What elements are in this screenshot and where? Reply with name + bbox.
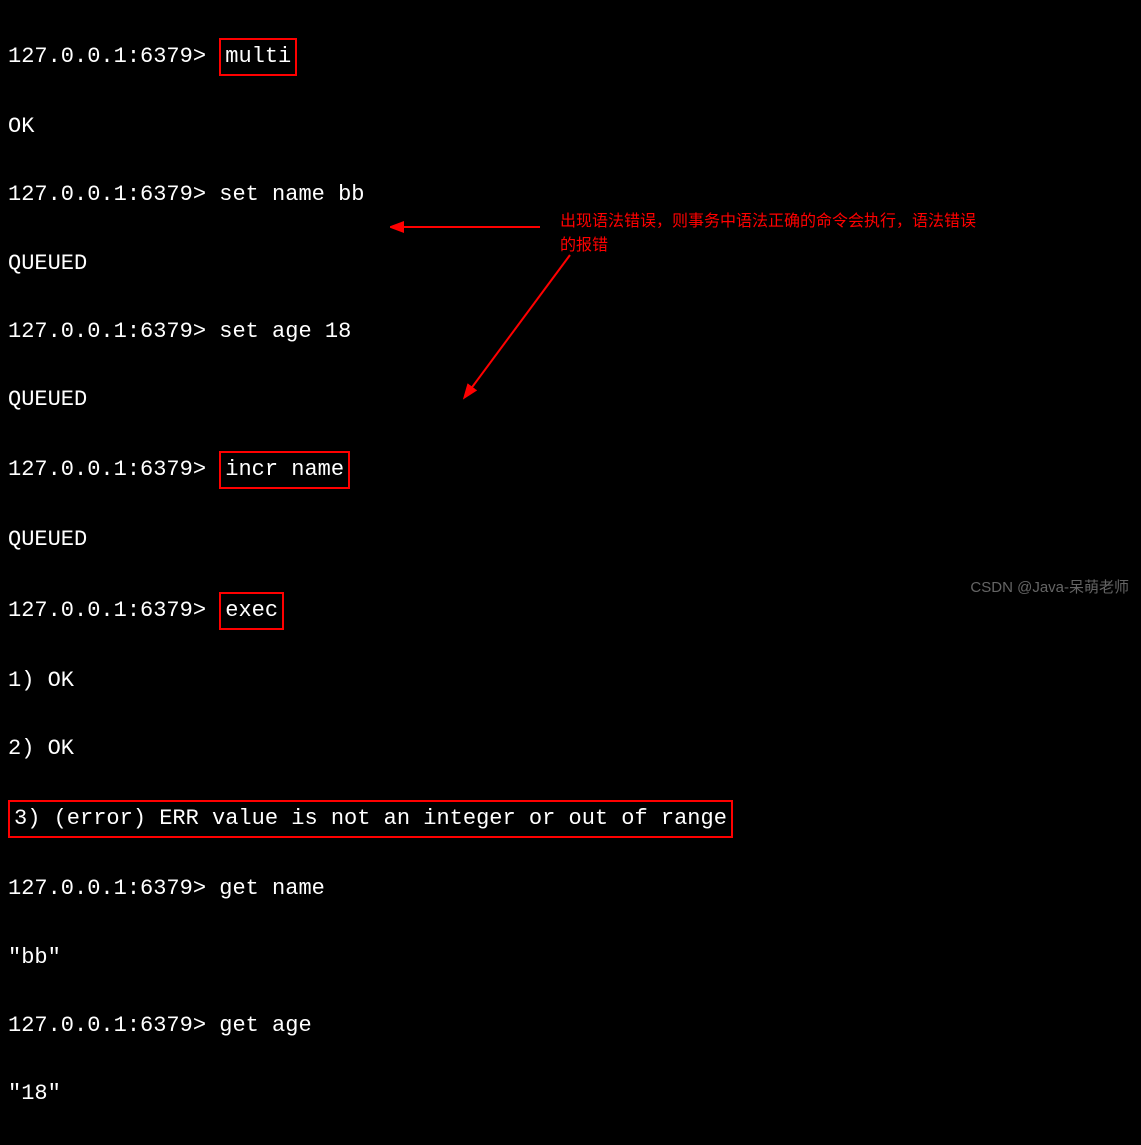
cmd-line[interactable]: 127.0.0.1:6379> multi: [8, 38, 1133, 76]
output-line: 2) OK: [8, 732, 1133, 766]
command-set-name: set name bb: [219, 182, 364, 207]
cmd-line[interactable]: 127.0.0.1:6379> set name bb: [8, 178, 1133, 212]
command-set-age: set age 18: [219, 319, 351, 344]
prompt: 127.0.0.1:6379>: [8, 457, 206, 482]
command-get-name: get name: [219, 876, 325, 901]
cmd-line[interactable]: 127.0.0.1:6379> get age: [8, 1009, 1133, 1043]
terminal-output: 127.0.0.1:6379> multi OK 127.0.0.1:6379>…: [8, 4, 1133, 1145]
output-line: "18": [8, 1077, 1133, 1111]
annotation-text: 出现语法错误，则事务中语法正确的命令会执行，语法错误的报错: [560, 210, 980, 258]
command-get-age: get age: [219, 1013, 311, 1038]
prompt: 127.0.0.1:6379>: [8, 598, 206, 623]
cmd-line[interactable]: 127.0.0.1:6379> set age 18: [8, 315, 1133, 349]
cmd-line[interactable]: 127.0.0.1:6379> incr name: [8, 451, 1133, 489]
command-exec: exec: [219, 592, 284, 630]
cmd-line[interactable]: 127.0.0.1:6379> get name: [8, 872, 1133, 906]
prompt: 127.0.0.1:6379>: [8, 1013, 206, 1038]
command-incr-name: incr name: [219, 451, 350, 489]
watermark: CSDN @Java-呆萌老师: [970, 576, 1129, 599]
prompt: 127.0.0.1:6379>: [8, 319, 206, 344]
output-line: "bb": [8, 941, 1133, 975]
prompt: 127.0.0.1:6379>: [8, 182, 206, 207]
error-line: 3) (error) ERR value is not an integer o…: [8, 800, 1133, 838]
prompt: 127.0.0.1:6379>: [8, 876, 206, 901]
cmd-line[interactable]: 127.0.0.1:6379> exec: [8, 592, 1133, 630]
output-line: OK: [8, 110, 1133, 144]
output-line: 1) OK: [8, 664, 1133, 698]
command-multi: multi: [219, 38, 297, 76]
prompt: 127.0.0.1:6379>: [8, 44, 206, 69]
output-line: QUEUED: [8, 523, 1133, 557]
output-line: QUEUED: [8, 383, 1133, 417]
error-message: 3) (error) ERR value is not an integer o…: [8, 800, 733, 838]
